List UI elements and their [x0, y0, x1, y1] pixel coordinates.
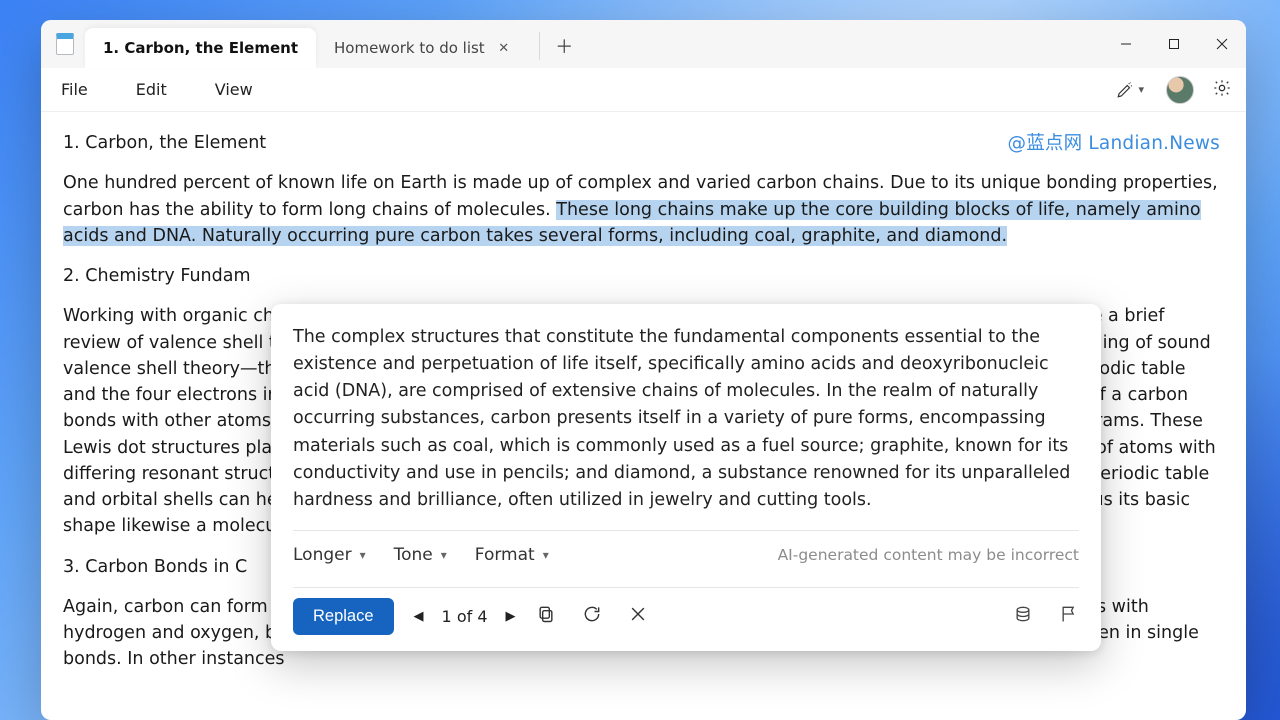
window-controls	[1102, 20, 1246, 68]
menu-view[interactable]: View	[209, 76, 259, 103]
notepad-icon	[56, 33, 74, 55]
feedback-button[interactable]	[1059, 604, 1079, 628]
magic-pen-icon	[1116, 81, 1134, 99]
credits-button[interactable]	[1013, 604, 1033, 628]
chevron-down-icon: ▾	[360, 548, 366, 562]
minimize-button[interactable]	[1102, 20, 1150, 68]
new-tab-button[interactable]: ＋	[539, 32, 579, 60]
chevron-down-icon: ▾	[543, 548, 549, 562]
suggestion-pager: ◀ 1 of 4 ▶	[414, 607, 516, 626]
titlebar: 1. Carbon, the Element Homework to do li…	[41, 20, 1246, 68]
close-icon	[628, 604, 648, 624]
maximize-button[interactable]	[1150, 20, 1198, 68]
avatar[interactable]	[1166, 76, 1194, 104]
tab-homework[interactable]: Homework to do list ✕	[316, 28, 531, 68]
option-longer[interactable]: Longer ▾	[293, 545, 366, 565]
doc-paragraph-1: One hundred percent of known life on Ear…	[63, 170, 1224, 249]
settings-button[interactable]	[1212, 78, 1232, 102]
pager-label: 1 of 4	[442, 607, 488, 626]
doc-heading-2: 2. Chemistry Fundam	[63, 263, 1224, 289]
close-tab-icon[interactable]: ✕	[495, 39, 513, 57]
coins-icon	[1013, 604, 1033, 624]
app-window: 1. Carbon, the Element Homework to do li…	[41, 20, 1246, 720]
watermark-text: @蓝点网 Landian.News	[1008, 130, 1220, 158]
chevron-down-icon: ▾	[441, 548, 447, 562]
regenerate-button[interactable]	[582, 604, 602, 628]
menu-file[interactable]: File	[55, 76, 94, 103]
app-icon	[49, 20, 81, 68]
option-format[interactable]: Format ▾	[475, 545, 549, 565]
tabs: 1. Carbon, the Element Homework to do li…	[85, 20, 531, 68]
ai-footer: Replace ◀ 1 of 4 ▶	[271, 588, 1101, 651]
dismiss-button[interactable]	[628, 604, 648, 628]
option-tone[interactable]: Tone ▾	[394, 545, 447, 565]
option-label: Tone	[394, 545, 433, 565]
replace-button[interactable]: Replace	[293, 598, 394, 635]
ai-suggestion-text: The complex structures that constitute t…	[271, 304, 1101, 524]
next-suggestion-button[interactable]: ▶	[506, 609, 516, 624]
flag-icon	[1059, 604, 1079, 624]
menu-edit[interactable]: Edit	[130, 76, 173, 103]
close-button[interactable]	[1198, 20, 1246, 68]
ai-disclaimer: AI-generated content may be incorrect	[778, 546, 1079, 564]
option-label: Format	[475, 545, 535, 565]
tab-label: 1. Carbon, the Element	[103, 39, 298, 57]
menubar: File Edit View ▾	[41, 68, 1246, 112]
tab-label: Homework to do list	[334, 39, 485, 57]
chevron-down-icon: ▾	[1138, 83, 1144, 96]
ai-rewrite-button[interactable]: ▾	[1112, 79, 1148, 101]
refresh-icon	[582, 604, 602, 624]
copy-icon	[536, 604, 556, 624]
gear-icon	[1212, 78, 1232, 98]
ai-options-row: Longer ▾ Tone ▾ Format ▾ AI-generated co…	[271, 531, 1101, 581]
copy-button[interactable]	[536, 604, 556, 628]
tab-carbon[interactable]: 1. Carbon, the Element	[85, 28, 316, 68]
ai-rewrite-popover: The complex structures that constitute t…	[271, 304, 1101, 651]
option-label: Longer	[293, 545, 352, 565]
prev-suggestion-button[interactable]: ◀	[414, 609, 424, 624]
